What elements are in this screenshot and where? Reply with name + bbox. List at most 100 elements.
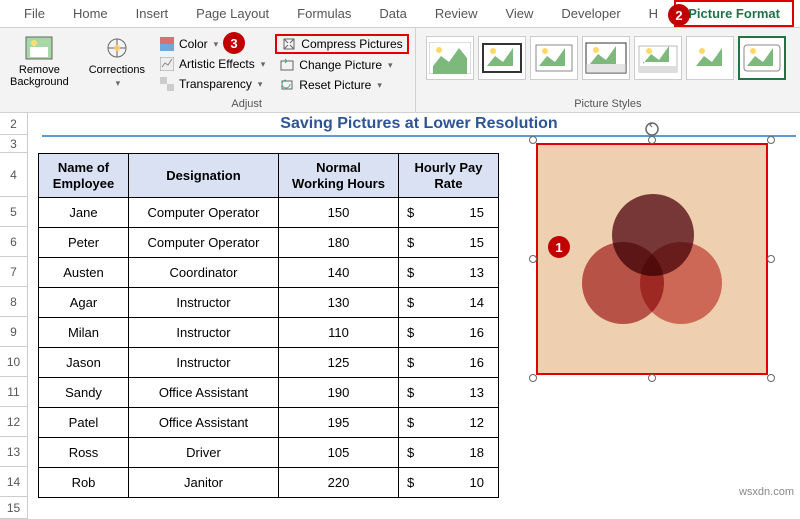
- cell-name[interactable]: Patel: [39, 408, 129, 438]
- cell-name[interactable]: Peter: [39, 228, 129, 258]
- row-header-4[interactable]: 4: [0, 153, 27, 197]
- cell-name[interactable]: Ross: [39, 438, 129, 468]
- handle-se[interactable]: [767, 374, 775, 382]
- sheet-title: Saving Pictures at Lower Resolution: [38, 113, 800, 135]
- handle-sw[interactable]: [529, 374, 537, 382]
- cell-designation[interactable]: Janitor: [129, 468, 279, 498]
- picture-style-6[interactable]: [686, 36, 734, 80]
- picture-style-7[interactable]: [738, 36, 786, 80]
- cell-rate[interactable]: $16: [399, 318, 499, 348]
- corrections-button[interactable]: Corrections ▾: [85, 32, 149, 96]
- cell-designation[interactable]: Office Assistant: [129, 408, 279, 438]
- reset-picture-button[interactable]: Reset Picture▾: [275, 76, 408, 94]
- inserted-picture[interactable]: [536, 143, 768, 375]
- cell-designation[interactable]: Instructor: [129, 318, 279, 348]
- cell-hours[interactable]: 140: [279, 258, 399, 288]
- cell-hours[interactable]: 105: [279, 438, 399, 468]
- picture-style-1[interactable]: [426, 36, 474, 80]
- row-header-5[interactable]: 5: [0, 197, 27, 227]
- picture-content: [538, 145, 766, 373]
- tab-picture-format[interactable]: Picture Format: [674, 0, 794, 27]
- color-button[interactable]: Color▾: [155, 35, 269, 53]
- tab-insert[interactable]: Insert: [122, 1, 183, 26]
- change-picture-label: Change Picture: [299, 58, 382, 72]
- tab-data[interactable]: Data: [365, 1, 420, 26]
- cell-rate[interactable]: $15: [399, 198, 499, 228]
- cell-hours[interactable]: 190: [279, 378, 399, 408]
- tab-review[interactable]: Review: [421, 1, 492, 26]
- compress-label: Compress Pictures: [301, 37, 402, 51]
- cell-name[interactable]: Austen: [39, 258, 129, 288]
- cell-hours[interactable]: 195: [279, 408, 399, 438]
- row-header-8[interactable]: 8: [0, 287, 27, 317]
- cell-hours[interactable]: 110: [279, 318, 399, 348]
- row-header-7[interactable]: 7: [0, 257, 27, 287]
- cell-name[interactable]: Jason: [39, 348, 129, 378]
- row-header-9[interactable]: 9: [0, 317, 27, 347]
- cell-name[interactable]: Sandy: [39, 378, 129, 408]
- header-hours[interactable]: Normal Working Hours: [279, 154, 399, 198]
- picture-style-5[interactable]: [634, 36, 682, 80]
- row-header-13[interactable]: 13: [0, 437, 27, 467]
- header-designation[interactable]: Designation: [129, 154, 279, 198]
- cell-designation[interactable]: Instructor: [129, 288, 279, 318]
- tab-formulas[interactable]: Formulas: [283, 1, 365, 26]
- cell-hours[interactable]: 150: [279, 198, 399, 228]
- cell-rate[interactable]: $18: [399, 438, 499, 468]
- row-header-10[interactable]: 10: [0, 347, 27, 377]
- cell-rate[interactable]: $14: [399, 288, 499, 318]
- cell-designation[interactable]: Driver: [129, 438, 279, 468]
- cell-rate[interactable]: $13: [399, 378, 499, 408]
- row-header-6[interactable]: 6: [0, 227, 27, 257]
- tab-file[interactable]: File: [10, 1, 59, 26]
- cell-hours[interactable]: 125: [279, 348, 399, 378]
- handle-s[interactable]: [648, 374, 656, 382]
- row-header-2[interactable]: 2: [0, 113, 27, 135]
- cell-name[interactable]: Agar: [39, 288, 129, 318]
- cell-name[interactable]: Milan: [39, 318, 129, 348]
- row-header-15[interactable]: 15: [0, 497, 27, 519]
- group-adjust: Corrections ▾ Color▾ Artistic Effects▾ T…: [79, 28, 416, 112]
- cell-designation[interactable]: Computer Operator: [129, 198, 279, 228]
- cell-designation[interactable]: Instructor: [129, 348, 279, 378]
- rotate-handle[interactable]: [644, 121, 660, 137]
- picture-style-2[interactable]: [478, 36, 526, 80]
- tab-h[interactable]: H: [635, 1, 672, 26]
- handle-w[interactable]: [529, 255, 537, 263]
- artistic-effects-button[interactable]: Artistic Effects▾: [155, 55, 269, 73]
- cell-rate[interactable]: $16: [399, 348, 499, 378]
- tab-view[interactable]: View: [491, 1, 547, 26]
- cell-rate[interactable]: $15: [399, 228, 499, 258]
- cell-designation[interactable]: Computer Operator: [129, 228, 279, 258]
- cell-hours[interactable]: 220: [279, 468, 399, 498]
- cell-name[interactable]: Jane: [39, 198, 129, 228]
- tab-developer[interactable]: Developer: [547, 1, 634, 26]
- header-name[interactable]: Name of Employee: [39, 154, 129, 198]
- remove-background-button[interactable]: Remove Background: [6, 32, 73, 110]
- change-picture-button[interactable]: Change Picture▾: [275, 56, 408, 74]
- tab-page-layout[interactable]: Page Layout: [182, 1, 283, 26]
- chevron-down-icon: ▾: [261, 59, 266, 70]
- row-headers: 2 3 4 5 6 7 8 9 10 11 12 13 14 15: [0, 113, 28, 519]
- row-header-12[interactable]: 12: [0, 407, 27, 437]
- cell-designation[interactable]: Coordinator: [129, 258, 279, 288]
- transparency-button[interactable]: Transparency▾: [155, 75, 269, 93]
- worksheet[interactable]: 2 3 4 5 6 7 8 9 10 11 12 13 14 15 1 Savi…: [0, 113, 800, 519]
- header-rate[interactable]: Hourly Pay Rate: [399, 154, 499, 198]
- cell-hours[interactable]: 130: [279, 288, 399, 318]
- row-header-3[interactable]: 3: [0, 135, 27, 153]
- cell-hours[interactable]: 180: [279, 228, 399, 258]
- tab-home[interactable]: Home: [59, 1, 122, 26]
- picture-style-4[interactable]: [582, 36, 630, 80]
- picture-style-3[interactable]: [530, 36, 578, 80]
- cell-designation[interactable]: Office Assistant: [129, 378, 279, 408]
- cell-rate[interactable]: $10: [399, 468, 499, 498]
- row-header-11[interactable]: 11: [0, 377, 27, 407]
- cell-rate[interactable]: $13: [399, 258, 499, 288]
- cell-rate[interactable]: $12: [399, 408, 499, 438]
- row-header-14[interactable]: 14: [0, 467, 27, 497]
- cell-name[interactable]: Rob: [39, 468, 129, 498]
- handle-e[interactable]: [767, 255, 775, 263]
- sheet-content: 1 Saving Pictures at Lower Resolution Na…: [28, 113, 800, 519]
- compress-pictures-button[interactable]: Compress Pictures: [275, 34, 408, 54]
